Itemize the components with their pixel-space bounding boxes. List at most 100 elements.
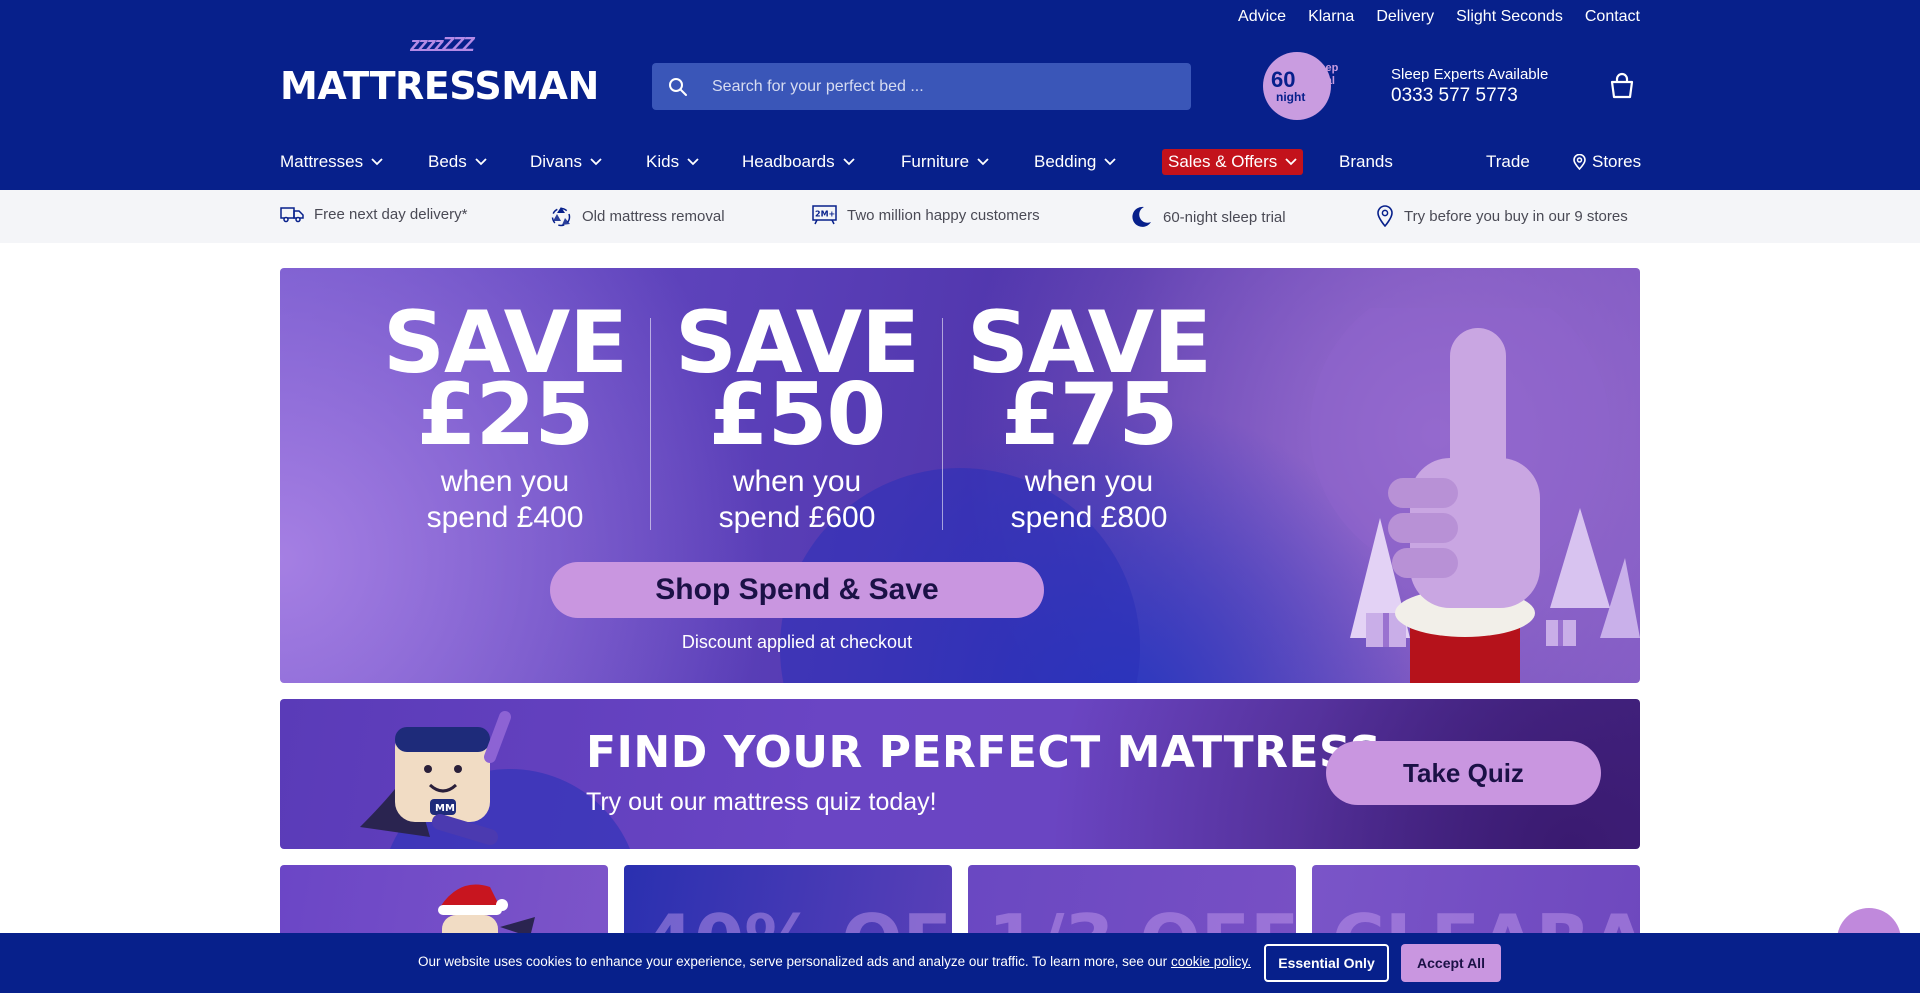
essential-only-button[interactable]: Essential Only xyxy=(1264,944,1389,982)
svg-text:MM: MM xyxy=(435,803,455,814)
nav-item-sales-offers[interactable]: Sales & Offers xyxy=(1162,149,1304,175)
recycle-icon xyxy=(551,207,571,227)
nav-label: Headboards xyxy=(742,152,835,171)
util-link-contact[interactable]: Contact xyxy=(1585,8,1640,26)
nav-item-divans[interactable]: Divans xyxy=(530,152,602,172)
nav-label: Stores xyxy=(1592,152,1642,171)
nav-item-headboards[interactable]: Headboards xyxy=(742,152,855,172)
usp-text: Try before you buy in our 9 stores xyxy=(1404,207,1628,225)
usp-item: Try before you buy in our 9 stores xyxy=(1376,205,1628,227)
nav-item-mattresses[interactable]: Mattresses xyxy=(280,152,383,172)
offer-line2: spend £800 xyxy=(1010,500,1168,534)
site-header: Advice Klarna Delivery Slight Seconds Co… xyxy=(0,0,1920,190)
trial-badge-line1: Sleep xyxy=(1309,62,1339,74)
chevron-down-icon xyxy=(590,158,602,166)
usp-item: 2M+ Two million happy customers xyxy=(812,205,1040,225)
nav-label: Brands xyxy=(1339,152,1393,171)
usp-item: Old mattress removal xyxy=(550,205,725,227)
sleep-trial-badge: 60 night Sleep Trial xyxy=(1263,52,1338,120)
nav-label: Sales & Offers xyxy=(1168,152,1278,171)
offer-line2: spend £600 xyxy=(718,500,876,534)
offer-condition: when you spend £600 xyxy=(667,464,927,536)
offer-line1: when you xyxy=(1024,464,1154,498)
svg-text:2M+: 2M+ xyxy=(815,210,835,219)
chevron-down-icon xyxy=(687,158,699,166)
nav-item-stores[interactable]: Stores xyxy=(1573,152,1641,172)
basket-icon[interactable] xyxy=(1608,72,1636,100)
take-quiz-button[interactable]: Take Quiz xyxy=(1326,741,1601,805)
search-bar[interactable] xyxy=(652,63,1191,110)
util-link-slight-seconds[interactable]: Slight Seconds xyxy=(1456,8,1563,26)
logo-wordmark: MATTRESSMAN xyxy=(280,64,599,108)
quiz-subtitle: Try out our mattress quiz today! xyxy=(586,788,937,816)
offer-line2: spend £400 xyxy=(426,500,584,534)
site-logo[interactable]: zzzzZZZ MATTRESSMAN xyxy=(280,34,599,108)
chevron-down-icon xyxy=(1104,158,1117,166)
nav-label: Trade xyxy=(1486,152,1530,171)
offer-line1: when you xyxy=(732,464,862,498)
quiz-banner[interactable]: MM FIND YOUR PERFECT MATTRESS Try out ou… xyxy=(280,699,1640,849)
usp-bar: Free next day delivery* Old mattress rem… xyxy=(0,190,1920,243)
experts-label: Sleep Experts Available xyxy=(1391,66,1549,83)
utility-links: Advice Klarna Delivery Slight Seconds Co… xyxy=(1238,8,1640,26)
usp-text: Free next day delivery* xyxy=(314,205,468,223)
nav-label: Kids xyxy=(646,152,680,171)
location-pin-icon xyxy=(1573,154,1586,170)
moon-icon xyxy=(1132,206,1151,227)
hero-banner[interactable]: SAVE £25 when you spend £400 SAVE £50 wh… xyxy=(280,268,1640,683)
nav-item-furniture[interactable]: Furniture xyxy=(901,152,989,172)
trial-badge-number: 60 xyxy=(1271,67,1296,92)
page: Advice Klarna Delivery Slight Seconds Co… xyxy=(0,0,1920,993)
trial-badge-line2: Trial xyxy=(1312,74,1335,87)
usp-item: Free next day delivery* xyxy=(280,205,467,223)
trial-badge-label: Sleep Trial xyxy=(1309,62,1338,87)
chevron-down-icon xyxy=(842,158,855,166)
cookie-banner: Our website uses cookies to enhance your… xyxy=(0,933,1920,993)
offer-condition: when you spend £800 xyxy=(959,464,1219,536)
usp-item: 60-night sleep trial xyxy=(1129,205,1286,229)
two-million-icon: 2M+ xyxy=(812,205,837,225)
nav-item-brands[interactable]: Brands xyxy=(1339,152,1393,172)
usp-text: Old mattress removal xyxy=(582,207,725,225)
cookie-policy-link[interactable]: cookie policy. xyxy=(1171,954,1251,969)
mattressman-mascot: MM xyxy=(360,711,511,845)
chevron-down-icon xyxy=(475,158,487,166)
nav-label: Bedding xyxy=(1034,152,1097,171)
main-nav: Mattresses Beds Divans Kids Headboards F… xyxy=(280,149,1641,180)
quiz-title: FIND YOUR PERFECT MATTRESS xyxy=(586,727,1382,778)
cookie-text: Our website uses cookies to enhance your… xyxy=(418,954,1168,969)
sleep-experts: Sleep Experts Available 0333 577 5773 xyxy=(1391,66,1548,107)
util-link-klarna[interactable]: Klarna xyxy=(1308,8,1354,26)
nav-label: Divans xyxy=(530,152,582,171)
cookie-message: Our website uses cookies to enhance your… xyxy=(418,954,1251,969)
nav-label: Mattresses xyxy=(280,152,364,171)
nav-item-bedding[interactable]: Bedding xyxy=(1034,152,1117,172)
offer-condition: when you spend £400 xyxy=(375,464,635,536)
chevron-down-icon xyxy=(977,158,989,166)
location-pin-icon xyxy=(1377,205,1393,227)
offer-50: SAVE £50 when you spend £600 xyxy=(667,300,927,536)
nav-label: Beds xyxy=(428,152,467,171)
offer-line1: when you xyxy=(440,464,570,498)
hero-note: Discount applied at checkout xyxy=(681,632,913,652)
nav-item-beds[interactable]: Beds xyxy=(428,152,487,172)
trial-badge-night: night xyxy=(1276,90,1306,104)
logo-zzz: zzzzZZZ xyxy=(410,34,475,56)
accept-all-button[interactable]: Accept All xyxy=(1401,944,1501,982)
shop-spend-save-button[interactable]: Shop Spend & Save xyxy=(550,562,1044,618)
nav-item-kids[interactable]: Kids xyxy=(646,152,699,172)
delivery-truck-icon xyxy=(280,207,304,223)
offer-divider xyxy=(942,318,943,530)
search-icon[interactable] xyxy=(668,77,688,97)
chevron-down-icon xyxy=(1285,158,1297,166)
nav-label: Furniture xyxy=(901,152,970,171)
search-input[interactable] xyxy=(712,77,1152,96)
usp-text: Two million happy customers xyxy=(847,206,1040,224)
phone-number[interactable]: 0333 577 5773 xyxy=(1391,85,1548,107)
usp-text: 60-night sleep trial xyxy=(1163,208,1286,226)
nav-item-trade[interactable]: Trade xyxy=(1486,152,1530,172)
util-link-delivery[interactable]: Delivery xyxy=(1376,8,1434,26)
offer-25: SAVE £25 when you spend £400 xyxy=(375,300,635,536)
util-link-advice[interactable]: Advice xyxy=(1238,8,1286,26)
chevron-down-icon xyxy=(371,158,383,166)
